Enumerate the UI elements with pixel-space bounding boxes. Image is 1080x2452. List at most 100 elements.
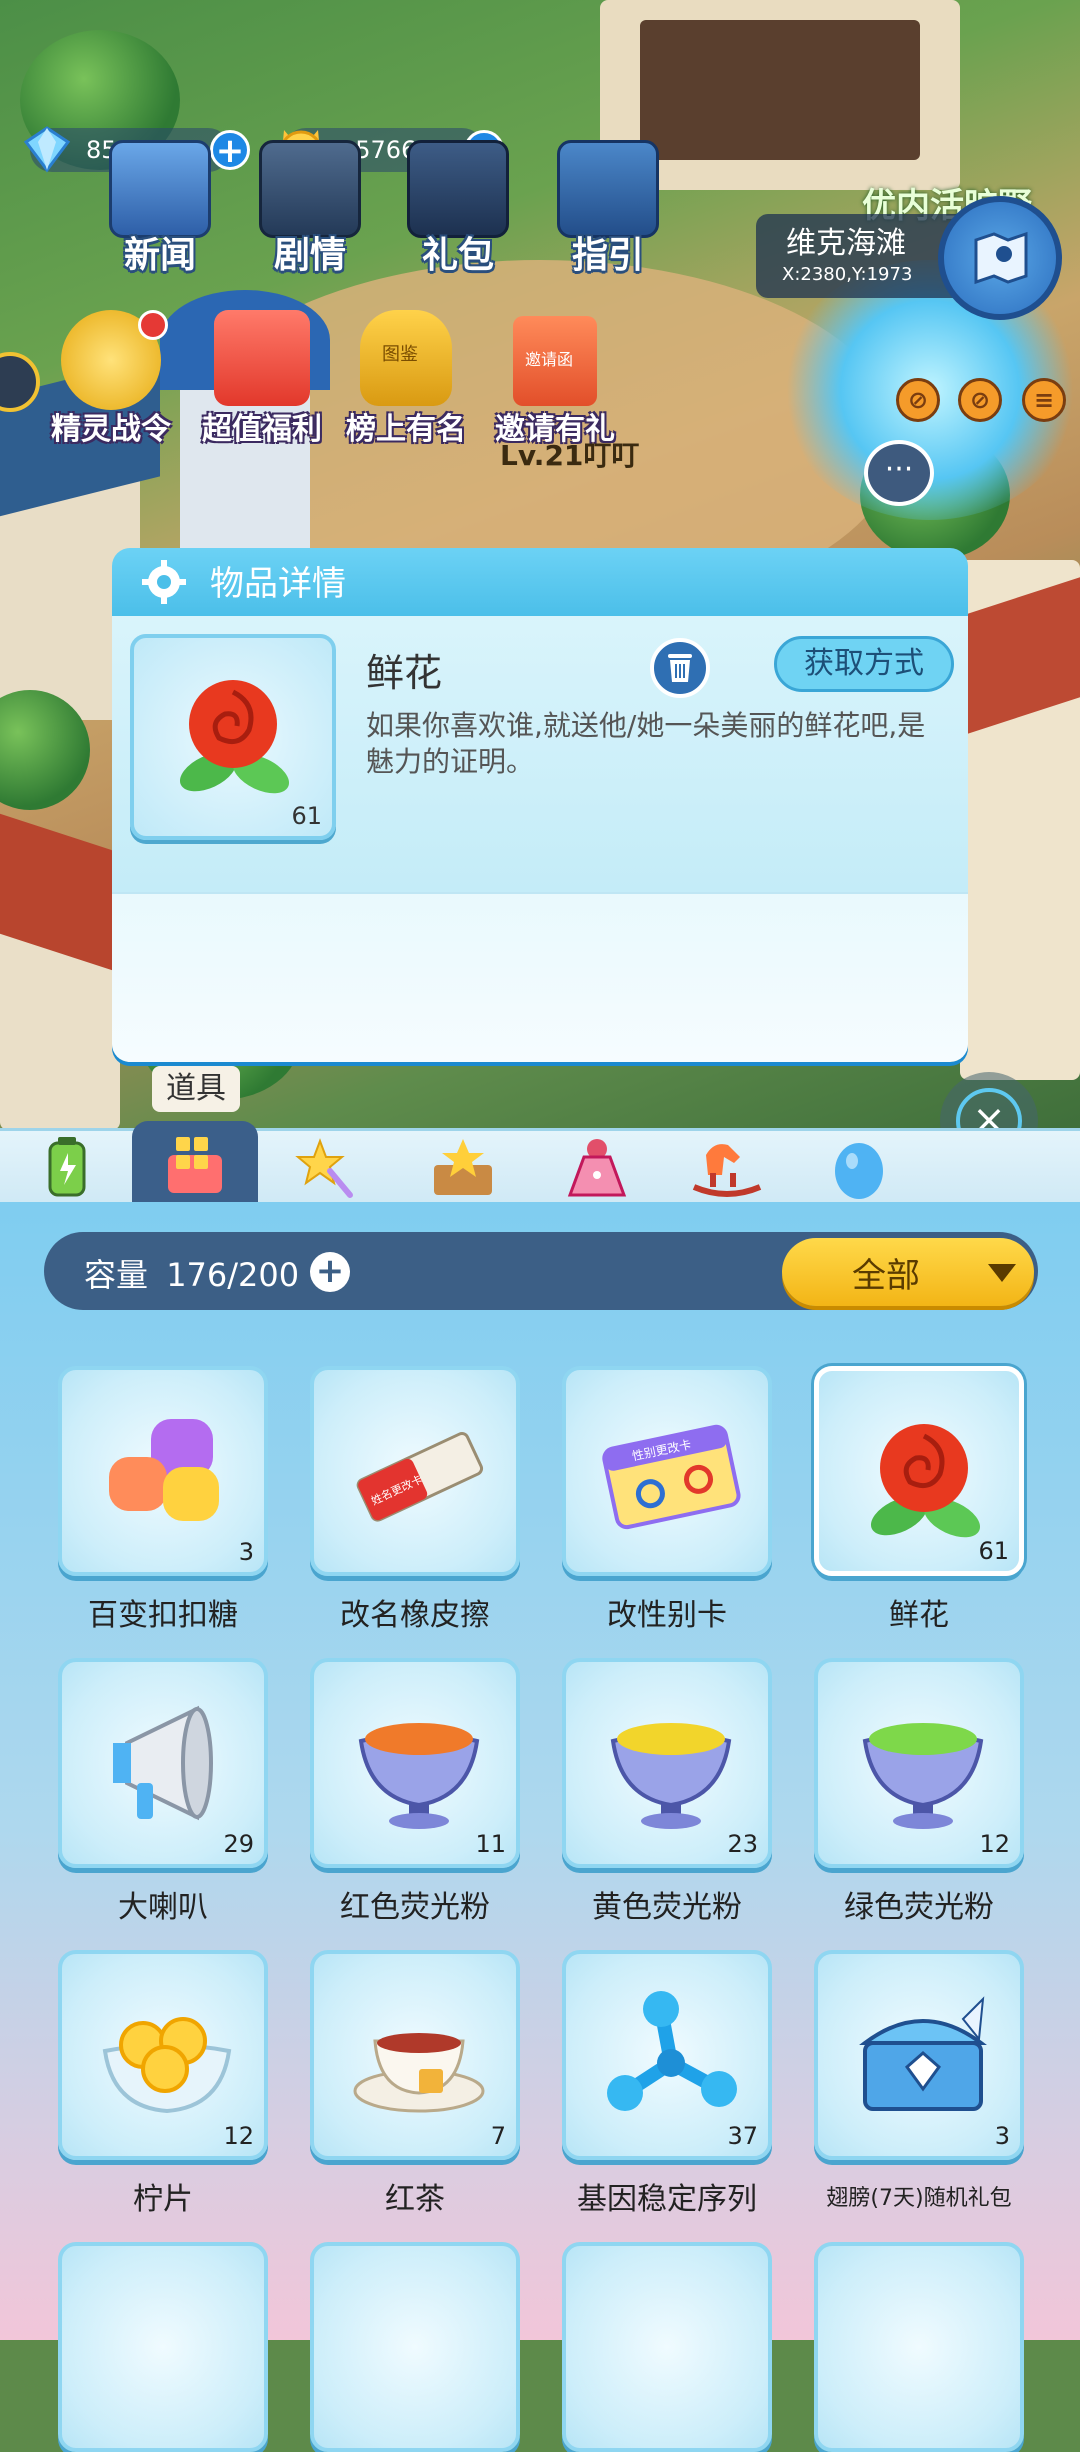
tab-wand[interactable] <box>286 1135 372 1201</box>
invite-tag: 邀请函 <box>525 350 574 369</box>
magic-wand-icon <box>295 1138 353 1198</box>
inventory-item[interactable]: 29 大喇叭 <box>58 1658 268 1926</box>
inventory-item[interactable] <box>58 2242 268 2452</box>
inventory-item[interactable]: 37 基因稳定序列 <box>562 1950 772 2218</box>
item-name: 绿色荧光粉 <box>844 1890 994 1925</box>
inventory-tab-bar <box>0 1121 1080 1205</box>
treasure-chest-icon <box>859 1996 987 2111</box>
dialog-title: 物品详情 <box>210 564 346 604</box>
item-name: 改性别卡 <box>607 1598 727 1633</box>
menu-news-label: 新闻 <box>123 235 196 276</box>
event-battle-pass-button[interactable]: 精灵战令 <box>46 310 176 448</box>
diamond-icon <box>23 126 71 173</box>
menu-gift-pack-button[interactable]: 礼包 <box>398 140 518 278</box>
trophy-tag: 图鉴 <box>382 344 418 365</box>
map-button[interactable] <box>938 196 1062 320</box>
item-slot[interactable] <box>814 2242 1024 2452</box>
tab-horse[interactable] <box>684 1135 770 1201</box>
tab-star-chest[interactable] <box>420 1135 506 1201</box>
energy-battery-icon <box>48 1137 86 1197</box>
item-slot[interactable] <box>310 2242 520 2452</box>
item-name: 基因稳定序列 <box>577 2182 757 2217</box>
star-chest-icon <box>434 1139 492 1195</box>
list-menu-icon[interactable]: ≡ <box>1022 378 1066 422</box>
yellow-glow-powder-icon <box>610 1723 732 1829</box>
inventory-item[interactable] <box>562 2242 772 2452</box>
item-slot[interactable] <box>562 2242 772 2452</box>
inventory-item[interactable]: 3 翅膀(7天)随机礼包 <box>814 1950 1024 2212</box>
rose-icon <box>179 680 290 794</box>
item-slot[interactable]: 3 <box>814 1950 1024 2160</box>
dress-icon <box>567 1139 627 1197</box>
location-name: 维克海滩 <box>786 226 906 261</box>
item-count: 29 <box>223 1830 254 1858</box>
item-slot[interactable] <box>58 2242 268 2452</box>
gift-pack-icon <box>407 140 509 238</box>
dialog-header: 物品详情 <box>112 548 968 616</box>
item-slot[interactable]: 3 <box>58 1366 268 1576</box>
tab-dress[interactable] <box>554 1135 640 1201</box>
event-leaderboard-button[interactable]: 图鉴 榜上有名 <box>336 310 476 448</box>
filter-dropdown[interactable]: 全部 <box>782 1238 1034 1306</box>
inventory-item[interactable]: 23 黄色荧光粉 <box>562 1658 772 1926</box>
menu-guide-label: 指引 <box>571 235 644 276</box>
inventory-item-selected[interactable]: 61 鲜花 <box>814 1366 1024 1634</box>
item-slot[interactable]: 姓名更改卡 <box>310 1366 520 1576</box>
item-count: 23 <box>727 1830 758 1858</box>
item-count: 61 <box>291 802 322 830</box>
item-name: 翅膀(7天)随机礼包 <box>826 2186 1012 2211</box>
tab-props[interactable] <box>132 1121 258 1205</box>
mute-icon[interactable]: ⊘ <box>896 378 940 422</box>
item-slot[interactable]: 29 <box>58 1658 268 1868</box>
expand-capacity-button[interactable]: + <box>310 1252 350 1292</box>
tab-egg[interactable] <box>816 1135 902 1201</box>
event-battle-pass-label: 精灵战令 <box>51 412 171 447</box>
props-box-icon <box>168 1137 222 1193</box>
item-name: 红茶 <box>385 2182 445 2217</box>
item-slot[interactable]: 23 <box>562 1658 772 1868</box>
inventory-item[interactable]: 性别更改卡 改性别卡 <box>562 1366 772 1634</box>
discard-button[interactable] <box>650 638 710 698</box>
item-count: 61 <box>978 1537 1009 1565</box>
item-slot[interactable]: 11 <box>310 1658 520 1868</box>
inventory-item[interactable] <box>814 2242 1024 2452</box>
lemon-slices-icon <box>102 2017 232 2114</box>
chat-bubble-button[interactable]: ··· <box>864 440 934 506</box>
location-panel: 维克海滩 X:2380,Y:1973 <box>756 214 966 298</box>
inventory-panel: 容量 176/200 + 全部 3 百变扣扣糖 姓名更改卡 改名橡皮擦 性别更改… <box>0 1202 1080 2452</box>
item-slot[interactable]: 12 <box>814 1658 1024 1868</box>
gene-molecule-icon <box>607 1991 737 2111</box>
capacity-value: 176/200 <box>166 1256 300 1294</box>
item-slot[interactable]: 性别更改卡 <box>562 1366 772 1576</box>
tab-energy[interactable] <box>24 1135 110 1201</box>
inventory-item[interactable]: 12 柠片 <box>58 1950 268 2218</box>
event-welfare-label: 超值福利 <box>202 412 322 447</box>
inventory-item[interactable]: 3 百变扣扣糖 <box>58 1366 268 1634</box>
item-slot[interactable]: 37 <box>562 1950 772 2160</box>
menu-story-label: 剧情 <box>273 235 346 276</box>
notification-dot <box>138 310 168 340</box>
item-count: 12 <box>979 1830 1010 1858</box>
inventory-item[interactable] <box>310 2242 520 2452</box>
obtain-method-button[interactable]: 获取方式 <box>774 636 954 692</box>
event-invite-button[interactable]: 邀请函 邀请有礼 <box>480 316 630 448</box>
no-effects-icon[interactable]: ⊘ <box>958 378 1002 422</box>
item-slot[interactable]: 7 <box>310 1950 520 2160</box>
inventory-item[interactable]: 7 红茶 <box>310 1950 520 2218</box>
item-slot[interactable]: 12 <box>58 1950 268 2160</box>
inventory-item[interactable]: 姓名更改卡 改名橡皮擦 <box>310 1366 520 1634</box>
trash-icon <box>668 654 692 682</box>
menu-news-button[interactable]: 新闻 <box>100 140 220 278</box>
event-welfare-button[interactable]: 超值福利 <box>192 310 332 448</box>
item-name: 鲜花 <box>889 1598 949 1633</box>
dialog-body: 61 鲜花 获取方式 如果你喜欢谁,就送他/她一朵美丽的鲜花吧,是魅力的证明。 <box>112 616 968 892</box>
gear-icon <box>142 560 186 604</box>
story-icon <box>259 140 361 238</box>
menu-guide-button[interactable]: 指引 <box>548 140 668 278</box>
guide-icon <box>557 140 659 238</box>
item-count: 12 <box>223 2122 254 2150</box>
inventory-item[interactable]: 12 绿色荧光粉 <box>814 1658 1024 1926</box>
inventory-item[interactable]: 11 红色荧光粉 <box>310 1658 520 1926</box>
item-slot[interactable]: 61 <box>814 1366 1024 1576</box>
menu-story-button[interactable]: 剧情 <box>250 140 370 278</box>
